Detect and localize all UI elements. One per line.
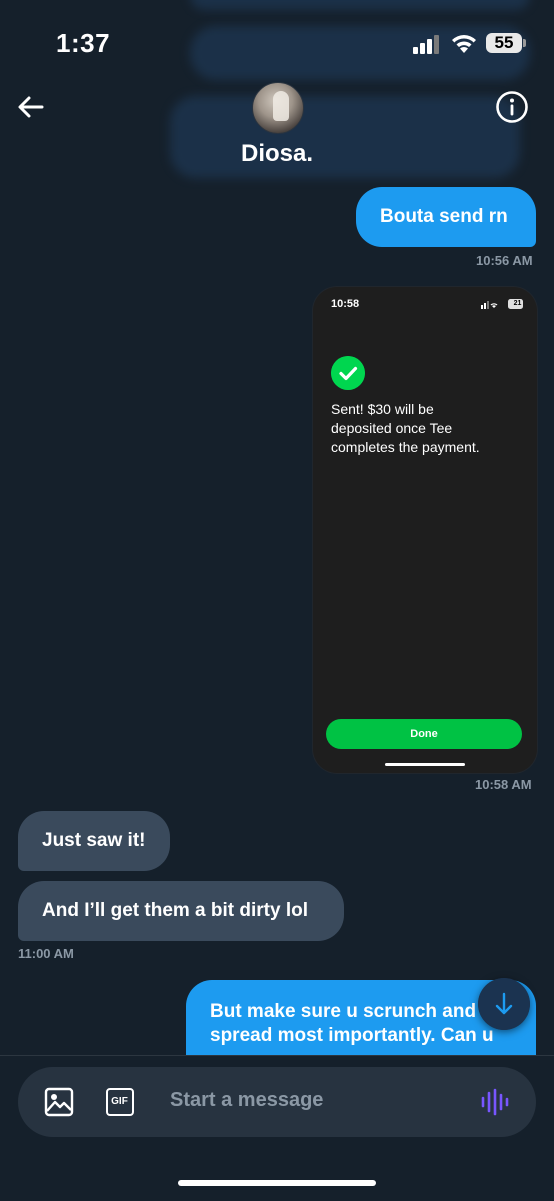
battery-icon: 55 <box>486 33 526 53</box>
payment-text-line: completes the payment. <box>331 439 480 455</box>
payment-text-line: Sent! $30 will be <box>331 401 434 417</box>
message-timestamp: 10:58 AM <box>475 777 532 792</box>
home-indicator <box>178 1180 376 1186</box>
payment-confirmation-text: Sent! $30 will be deposited once Tee com… <box>331 400 521 457</box>
avatar[interactable] <box>252 82 304 134</box>
arrow-left-icon[interactable] <box>14 90 48 124</box>
info-icon[interactable] <box>494 89 530 125</box>
message-input[interactable] <box>170 1089 470 1112</box>
image-icon[interactable] <box>44 1087 74 1117</box>
attachment-battery-label: 21 <box>513 300 522 307</box>
gif-icon[interactable]: GIF <box>106 1088 134 1116</box>
attachment-status-time: 10:58 <box>331 298 360 310</box>
blurred-message-background <box>190 0 530 10</box>
sent-message[interactable]: Bouta send rn <box>356 187 536 247</box>
signal-icon <box>413 34 441 54</box>
message-line: spread most importantly. Can u <box>210 1025 494 1046</box>
checkmark-icon <box>331 356 365 390</box>
message-timestamp: 10:56 AM <box>476 253 533 268</box>
chat-title[interactable]: Diosa. <box>0 140 554 168</box>
status-time: 1:37 <box>56 28 111 58</box>
message-composer: GIF <box>18 1067 536 1137</box>
payment-text-line: deposited once Tee <box>331 420 453 436</box>
done-button: Done <box>326 719 522 749</box>
voice-wave-icon[interactable] <box>480 1087 510 1117</box>
blurred-message-background <box>190 26 530 80</box>
received-message[interactable]: Just saw it! <box>18 811 170 871</box>
scroll-to-bottom-button[interactable] <box>478 978 530 1030</box>
received-message[interactable]: And I’ll get them a bit dirty lol <box>18 881 344 941</box>
message-timestamp: 11:00 AM <box>18 946 74 961</box>
attachment-home-indicator <box>385 763 465 766</box>
gif-label: GIF <box>111 1096 128 1107</box>
image-attachment[interactable]: 10:58 21 Sent! $30 will be deposited onc… <box>313 287 537 773</box>
wifi-icon <box>452 35 476 53</box>
